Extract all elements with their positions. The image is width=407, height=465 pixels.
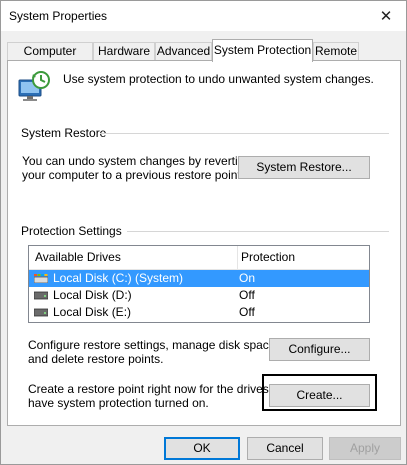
close-icon: ✕: [379, 8, 393, 25]
window-title: System Properties: [9, 9, 108, 23]
drive-name: Local Disk (D:): [53, 288, 132, 302]
drives-list-header: Available Drives Protection: [29, 246, 369, 270]
system-restore-heading: System Restore: [21, 126, 111, 140]
configure-description: Configure restore settings, manage disk …: [28, 338, 279, 366]
system-drive-icon: [34, 274, 48, 283]
tab-advanced[interactable]: Advanced: [155, 42, 212, 61]
system-protection-panel: Use system protection to undo unwanted s…: [7, 60, 401, 426]
tab-hardware[interactable]: Hardware: [93, 42, 155, 61]
create-button-highlight: [262, 374, 377, 411]
column-header-available-drives[interactable]: Available Drives: [35, 250, 121, 264]
drive-name: Local Disk (C:) (System): [53, 271, 184, 285]
system-properties-dialog: System Properties ✕ Computer Name Hardwa…: [0, 0, 407, 465]
hard-drive-icon: [34, 291, 48, 300]
create-description: Create a restore point right now for the…: [28, 382, 293, 410]
system-restore-description: You can undo system changes by reverting…: [22, 154, 252, 182]
protection-settings-heading: Protection Settings: [21, 224, 126, 238]
system-restore-button[interactable]: System Restore...: [238, 156, 370, 179]
drive-row-d[interactable]: Local Disk (D:) Off: [29, 287, 369, 304]
drives-list[interactable]: Available Drives Protection Local Disk (…: [28, 245, 370, 323]
drive-row-c[interactable]: Local Disk (C:) (System) On: [29, 270, 369, 287]
drive-protection-status: Off: [239, 305, 255, 319]
system-restore-divider: [100, 133, 389, 134]
cancel-button[interactable]: Cancel: [247, 437, 323, 460]
system-protection-icon: [18, 71, 50, 101]
tab-system-protection[interactable]: System Protection: [212, 39, 313, 62]
tab-remote[interactable]: Remote: [313, 42, 359, 61]
column-header-protection[interactable]: Protection: [241, 250, 295, 264]
drive-name: Local Disk (E:): [53, 305, 132, 319]
column-divider[interactable]: [237, 246, 238, 270]
title-bar: System Properties ✕: [1, 1, 406, 31]
ok-button[interactable]: OK: [164, 437, 240, 460]
close-button[interactable]: ✕: [366, 1, 406, 31]
intro-text: Use system protection to undo unwanted s…: [63, 72, 374, 86]
tab-computer-name[interactable]: Computer Name: [7, 42, 93, 75]
configure-button[interactable]: Configure...: [269, 338, 370, 361]
drive-protection-status: On: [239, 271, 256, 285]
apply-button[interactable]: Apply: [329, 437, 401, 460]
drive-protection-status: Off: [239, 288, 255, 302]
drive-row-e[interactable]: Local Disk (E:) Off: [29, 304, 369, 321]
protection-settings-divider: [127, 231, 389, 232]
hard-drive-icon: [34, 308, 48, 317]
